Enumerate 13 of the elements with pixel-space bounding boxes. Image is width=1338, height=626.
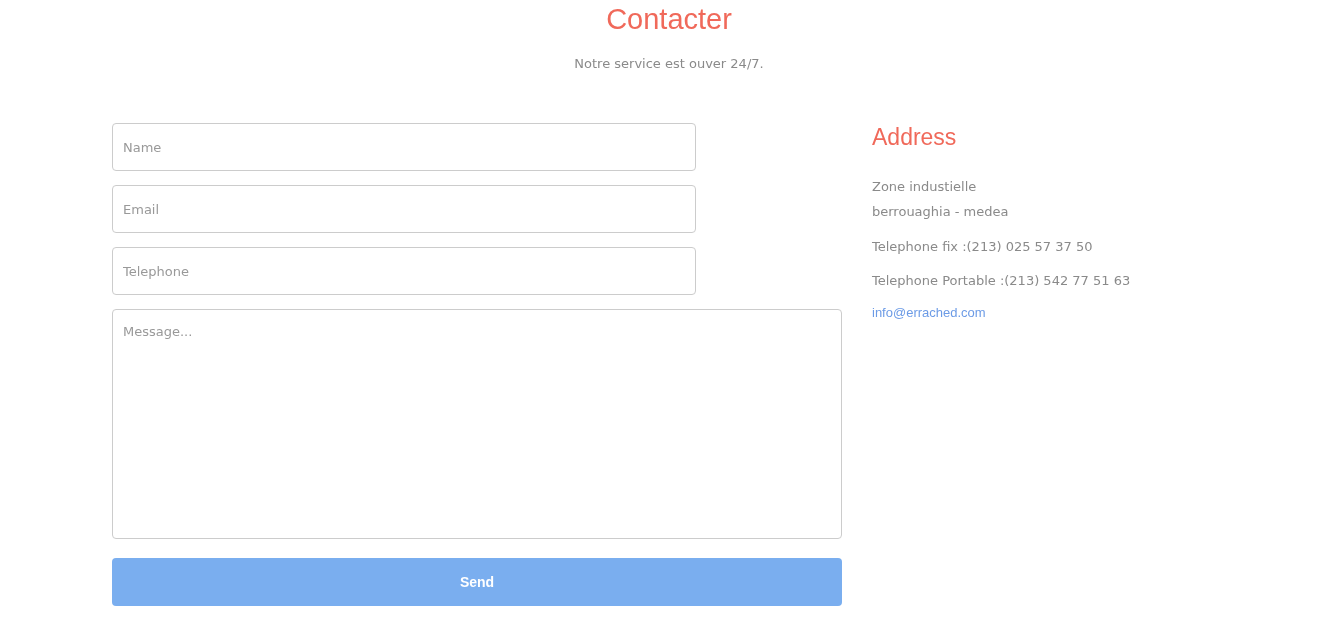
phone-text: Telephone Portable :(213) 542 77 51 63 [872, 272, 1131, 290]
address-line: Zone industielle [872, 178, 977, 196]
page-subtitle: Notre service est ouver 24/7. [574, 56, 764, 71]
send-button[interactable]: Send [112, 558, 842, 606]
input-field[interactable]: Email [112, 185, 696, 233]
address-line: berrouaghia - medea [872, 203, 1009, 221]
message-field[interactable]: Message... [112, 309, 842, 539]
input-field[interactable]: Name [112, 123, 696, 171]
email-link[interactable]: info@errached.com [872, 305, 986, 320]
page-title: Contacter [606, 2, 732, 36]
phone-text: Telephone fix :(213) 025 57 37 50 [872, 238, 1093, 256]
input-field[interactable]: Telephone [112, 247, 696, 295]
address-title: Address [872, 123, 957, 151]
